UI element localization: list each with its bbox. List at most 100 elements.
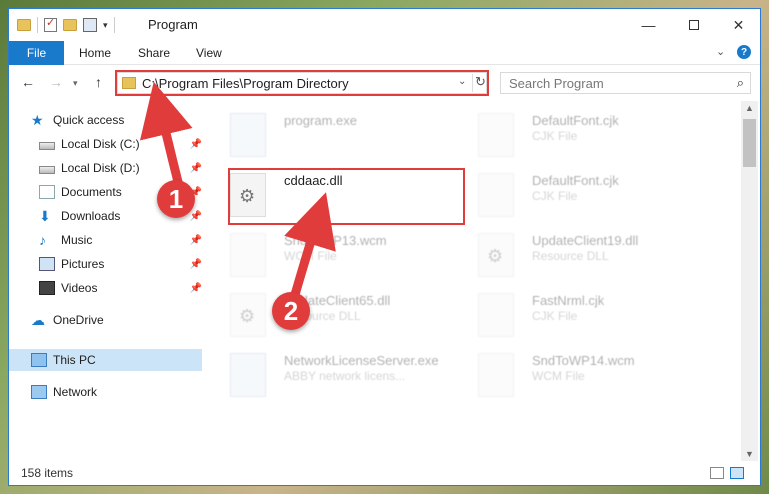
sidebar-item-label: Local Disk (D:) (61, 161, 140, 175)
pin-icon[interactable]: 📌 (190, 259, 202, 270)
scroll-up-icon[interactable]: ▲ (745, 103, 754, 113)
sidebar-item-label: Network (53, 385, 98, 399)
network-icon (31, 385, 47, 399)
forward-arrow-icon[interactable]: → (49, 74, 63, 90)
sidebar-item-videos[interactable]: Videos 📌 (39, 277, 202, 299)
file-highlight-box (228, 168, 465, 225)
file-type: CJK File (532, 309, 578, 323)
download-icon: ⬇ (39, 208, 51, 224)
file-icon (478, 293, 514, 337)
pin-icon[interactable]: 📌 (190, 235, 202, 246)
sidebar-item-this-pc[interactable]: This PC (9, 349, 202, 371)
file-name: SndToWP13.wcm (284, 233, 387, 248)
sidebar-item-pictures[interactable]: Pictures 📌 (39, 253, 202, 275)
sidebar-item-local-disk-d[interactable]: Local Disk (D:) 📌 (39, 157, 202, 179)
help-icon[interactable]: ? (737, 45, 751, 59)
dll-gear-file-icon (230, 293, 266, 337)
pin-icon[interactable]: 📌 (190, 283, 202, 294)
sidebar-item-network[interactable]: Network (31, 381, 202, 403)
sidebar-item-label: Pictures (61, 257, 105, 271)
scroll-thumb[interactable] (743, 119, 756, 167)
file-name: FastNrml.cjk (532, 293, 605, 308)
file-name: DefaultFont.cjk (532, 173, 619, 188)
address-highlight-box (115, 70, 489, 96)
file-type: ABBY network licens... (284, 369, 406, 383)
file-item[interactable]: SndToWP14.wcm WCM File (454, 349, 694, 405)
file-item[interactable]: DefaultFont.cjk CJK File (454, 169, 694, 225)
properties-check-icon[interactable] (44, 16, 57, 32)
scroll-down-icon[interactable]: ▼ (745, 449, 754, 459)
tab-home[interactable]: Home (79, 41, 111, 65)
address-row: ← → ▾ ↑ C:\Program Files\Program Directo… (9, 66, 760, 100)
sidebar-item-music[interactable]: ♪ Music 📌 (39, 229, 202, 251)
file-icon (230, 233, 266, 277)
maximize-icon (688, 20, 699, 30)
file-list: program.exe DefaultFont.cjk CJK File cdd… (206, 101, 741, 456)
exe-file-icon (230, 113, 266, 157)
step-2-badge: 2 (272, 292, 310, 330)
search-input[interactable] (501, 73, 711, 93)
pin-icon[interactable]: 📌 (190, 163, 202, 174)
new-folder-icon[interactable] (63, 19, 77, 31)
file-name: DefaultFont.cjk (532, 113, 619, 128)
window-title: Program (148, 17, 198, 32)
details-view-icon[interactable] (710, 467, 724, 479)
file-item[interactable]: FastNrml.cjk CJK File (454, 289, 694, 345)
folder-icon (17, 19, 31, 31)
file-icon (478, 113, 514, 157)
file-item[interactable]: program.exe (206, 109, 446, 165)
file-item[interactable]: UpdateClient65.dll Resource DLL (206, 289, 446, 345)
dll-gear-file-icon (478, 233, 514, 277)
up-arrow-icon[interactable]: ↑ (95, 74, 102, 90)
separator (113, 17, 115, 33)
customize-dropdown-icon[interactable]: ▾ (103, 20, 108, 31)
file-item[interactable]: UpdateClient19.dll Resource DLL (454, 229, 694, 285)
file-type: WCM File (532, 369, 585, 383)
drive-icon (39, 165, 55, 174)
file-item[interactable]: NetworkLicenseServer.exe ABBY network li… (206, 349, 446, 405)
search-icon[interactable]: ⌕ (737, 75, 744, 91)
file-icon (478, 353, 514, 397)
maximize-button[interactable] (671, 9, 716, 41)
tiles-view-icon[interactable] (730, 467, 744, 479)
sidebar-item-label: This PC (53, 353, 96, 367)
file-item[interactable]: DefaultFont.cjk CJK File (454, 109, 694, 165)
tab-share[interactable]: Share (138, 41, 170, 65)
cloud-icon: ☁ (31, 312, 45, 328)
music-icon: ♪ (39, 232, 46, 248)
tab-file[interactable]: File (9, 41, 64, 65)
close-button[interactable]: ✕ (716, 9, 760, 41)
sidebar-item-local-disk-c[interactable]: Local Disk (C:) 📌 (39, 133, 202, 155)
sidebar-item-quick-access[interactable]: ★ Quick access (31, 109, 202, 131)
file-name: SndToWP14.wcm (532, 353, 635, 368)
file-type: WCM File (284, 249, 337, 263)
step-1-badge: 1 (157, 180, 195, 218)
sidebar-item-label: Videos (61, 281, 98, 295)
sidebar-item-label: OneDrive (53, 313, 104, 327)
vertical-scrollbar[interactable]: ▲ ▼ (741, 101, 758, 461)
drive-icon (39, 141, 55, 150)
pin-icon[interactable]: 📌 (190, 139, 202, 150)
file-type: CJK File (532, 129, 578, 143)
title-bar: ▾ Program — ✕ (9, 9, 760, 41)
file-item[interactable]: SndToWP13.wcm WCM File (206, 229, 446, 285)
sidebar-item-onedrive[interactable]: ☁ OneDrive (31, 309, 202, 331)
expand-ribbon-icon[interactable]: ⌄ (716, 45, 725, 58)
customize-view-icon[interactable] (83, 18, 97, 32)
pin-icon[interactable]: 📌 (190, 211, 202, 222)
minimize-button[interactable]: — (626, 9, 671, 41)
search-box[interactable]: ⌕ (500, 72, 751, 94)
explorer-window: ▾ Program — ✕ File Home Share View ⌄ ? ←… (8, 8, 761, 486)
tab-view[interactable]: View (196, 41, 222, 65)
pictures-icon (39, 257, 55, 271)
recent-locations-dropdown-icon[interactable]: ▾ (73, 78, 78, 89)
pc-icon (31, 353, 47, 367)
item-count: 158 items (21, 466, 74, 480)
back-arrow-icon[interactable]: ← (21, 74, 35, 90)
exe-file-icon (230, 353, 266, 397)
file-icon (478, 173, 514, 217)
file-name: program.exe (284, 113, 357, 128)
sidebar-item-label: Quick access (53, 113, 125, 127)
videos-icon (39, 281, 55, 295)
separator (37, 17, 38, 33)
